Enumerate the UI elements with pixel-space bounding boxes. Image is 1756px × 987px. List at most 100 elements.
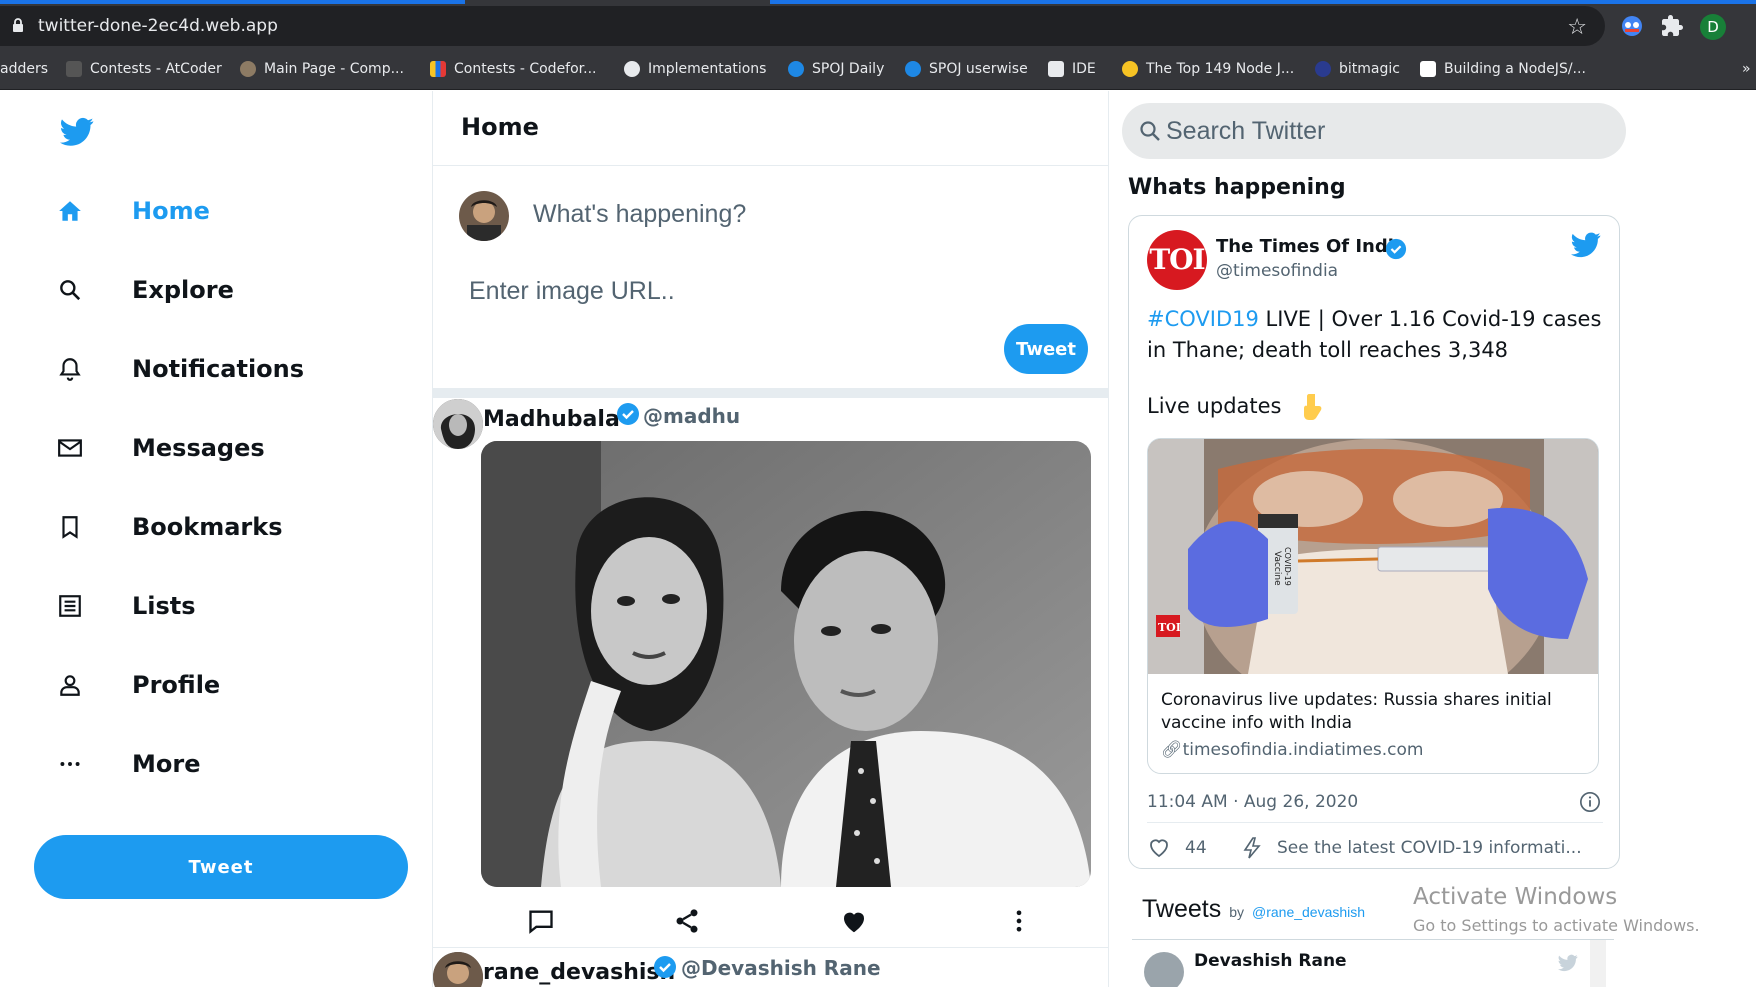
like-heart-icon[interactable] (838, 905, 870, 937)
codeforces-icon (430, 61, 446, 77)
more-icon (56, 750, 84, 778)
browser-toolbar: twitter-done-2ec4d.web.app ☆ D (0, 0, 1756, 48)
timeline-embed[interactable]: Devashish Rane (1132, 939, 1614, 987)
nav-label: More (132, 750, 201, 778)
post-author-name[interactable]: rane_devashish (483, 960, 675, 985)
more-vertical-icon[interactable] (1003, 905, 1035, 937)
twitter-bird-icon[interactable] (1571, 232, 1601, 258)
pointing-down-emoji-icon (1304, 394, 1322, 420)
embed-live-updates: Live updates (1147, 394, 1282, 418)
tab-active-indicator (0, 0, 465, 4)
verified-badge-icon (1385, 238, 1407, 260)
comment-icon[interactable] (525, 905, 557, 937)
timeline-author-name[interactable]: Devashish Rane (1194, 951, 1347, 971)
post-avatar[interactable] (433, 399, 483, 449)
twitter-logo-icon[interactable] (60, 117, 94, 147)
nav-label: Notifications (132, 355, 305, 383)
bookmark-item[interactable]: The Top 149 Node J... (1122, 58, 1294, 80)
activate-windows-watermark: Activate Windows Go to Settings to activ… (1413, 884, 1700, 935)
avatar[interactable] (1144, 952, 1184, 987)
right-sidebar: Whats happening TOI The Times Of India @… (1110, 91, 1756, 987)
embed-text: #COVID19 LIVE | Over 1.16 Covid-19 cases… (1147, 307, 1602, 362)
embed-like[interactable]: 44 (1147, 836, 1207, 860)
bookmark-item[interactable]: SPOJ Daily (788, 58, 884, 80)
ide-icon (1048, 61, 1064, 77)
bookmark-item[interactable]: Main Page - Comp... (240, 58, 404, 80)
twitter-bird-icon[interactable] (1558, 954, 1578, 972)
like-count: 44 (1185, 838, 1207, 858)
embed-author-handle[interactable]: @timesofindia (1216, 261, 1338, 281)
bookmark-item[interactable]: IDE (1048, 58, 1096, 80)
post-actions (433, 899, 1108, 943)
image-url-input[interactable] (469, 271, 1069, 311)
sidebar-tweet-button[interactable]: Tweet (34, 835, 408, 899)
bell-icon (56, 355, 84, 383)
medium-icon (1420, 61, 1436, 77)
timeline-header: Tweets by @rane_devashish (1142, 895, 1365, 924)
card-image: Vaccine COVID-19 TOI (1148, 439, 1598, 674)
embed-timestamp[interactable]: 11:04 AM · Aug 26, 2020 (1147, 792, 1358, 812)
info-icon[interactable] (1579, 791, 1601, 813)
embed-covid-info-link[interactable]: See the latest COVID-19 informati... (1241, 836, 1582, 860)
bookmarks-overflow[interactable]: » (1742, 58, 1751, 80)
bookmark-item[interactable]: Building a NodeJS/... (1420, 58, 1586, 80)
compose-tweet-button[interactable]: Tweet (1004, 324, 1088, 374)
link-card[interactable]: Vaccine COVID-19 TOI Coronavirus live up… (1147, 438, 1599, 774)
post-avatar[interactable] (433, 952, 483, 987)
verified-badge-icon (654, 956, 676, 978)
embedded-tweet[interactable]: TOI The Times Of India @timesofindia #CO… (1128, 215, 1620, 869)
bookmark-item[interactable]: Implementations (624, 58, 766, 80)
timeline-handle-link[interactable]: @rane_devashish (1252, 904, 1365, 920)
post-image[interactable] (481, 441, 1091, 887)
nav-bookmarks[interactable]: Bookmarks (56, 505, 283, 549)
scrollbar[interactable] (1590, 940, 1606, 987)
profile-avatar[interactable]: D (1700, 14, 1726, 40)
lightning-icon (1243, 837, 1261, 859)
post-author-handle[interactable]: @madhu (643, 404, 740, 428)
nav-more[interactable]: More (56, 742, 200, 786)
bookmark-item[interactable]: adders (0, 58, 48, 80)
post-author-name[interactable]: Madhubala (483, 407, 620, 432)
search-input[interactable] (1166, 111, 1606, 151)
tweet-post: rane_devashish @Devashish Rane (433, 950, 1108, 987)
nav-explore[interactable]: Explore (56, 268, 234, 312)
nav-messages[interactable]: Messages (56, 426, 265, 470)
link-icon: 🔗︎ (1161, 740, 1183, 760)
bookmark-item[interactable]: SPOJ userwise (905, 58, 1028, 80)
compose-avatar[interactable] (459, 191, 509, 241)
nav-lists[interactable]: Lists (56, 584, 196, 628)
url-text: twitter-done-2ec4d.web.app (38, 16, 278, 36)
bookmark-item[interactable]: Contests - Codefor... (430, 58, 597, 80)
emoji-favicon-icon (1122, 61, 1138, 77)
page-title: Home (461, 113, 539, 141)
bookmark-item[interactable]: Contests - AtCoder (66, 58, 222, 80)
bookmark-item[interactable]: bitmagic (1315, 58, 1400, 80)
nav-label: Profile (132, 671, 221, 699)
list-icon (56, 592, 84, 620)
bookmark-favicon-icon (1315, 61, 1331, 77)
puzzle-extensions-icon[interactable] (1660, 14, 1684, 38)
embed-author-name[interactable]: The Times Of India (1216, 236, 1406, 257)
bookmark-star-icon[interactable]: ☆ (1567, 14, 1587, 40)
compose-input[interactable] (533, 194, 1073, 234)
nav-profile[interactable]: Profile (56, 663, 220, 707)
divider (433, 388, 1108, 398)
bookmark-favicon-icon (240, 61, 256, 77)
hashtag-link[interactable]: #COVID19 (1147, 307, 1259, 331)
card-link[interactable]: 🔗︎timesofindia.indiatimes.com (1161, 740, 1423, 760)
search-box[interactable] (1122, 103, 1626, 159)
toi-avatar[interactable]: TOI (1147, 230, 1207, 290)
address-bar[interactable]: twitter-done-2ec4d.web.app ☆ (0, 6, 1605, 46)
post-author-handle[interactable]: @Devashish Rane (681, 956, 881, 980)
nav-home[interactable]: Home (56, 189, 210, 233)
share-icon[interactable] (671, 905, 703, 937)
nav-notifications[interactable]: Notifications (56, 347, 304, 391)
bookmark-favicon-icon (66, 61, 82, 77)
tab-indicator (770, 0, 1756, 4)
lock-icon (13, 18, 23, 32)
spoj-icon (905, 61, 921, 77)
card-title: Coronavirus live updates: Russia shares … (1161, 690, 1552, 733)
extension-icon[interactable] (1620, 14, 1644, 38)
person-icon (56, 671, 84, 699)
spoj-icon (788, 61, 804, 77)
